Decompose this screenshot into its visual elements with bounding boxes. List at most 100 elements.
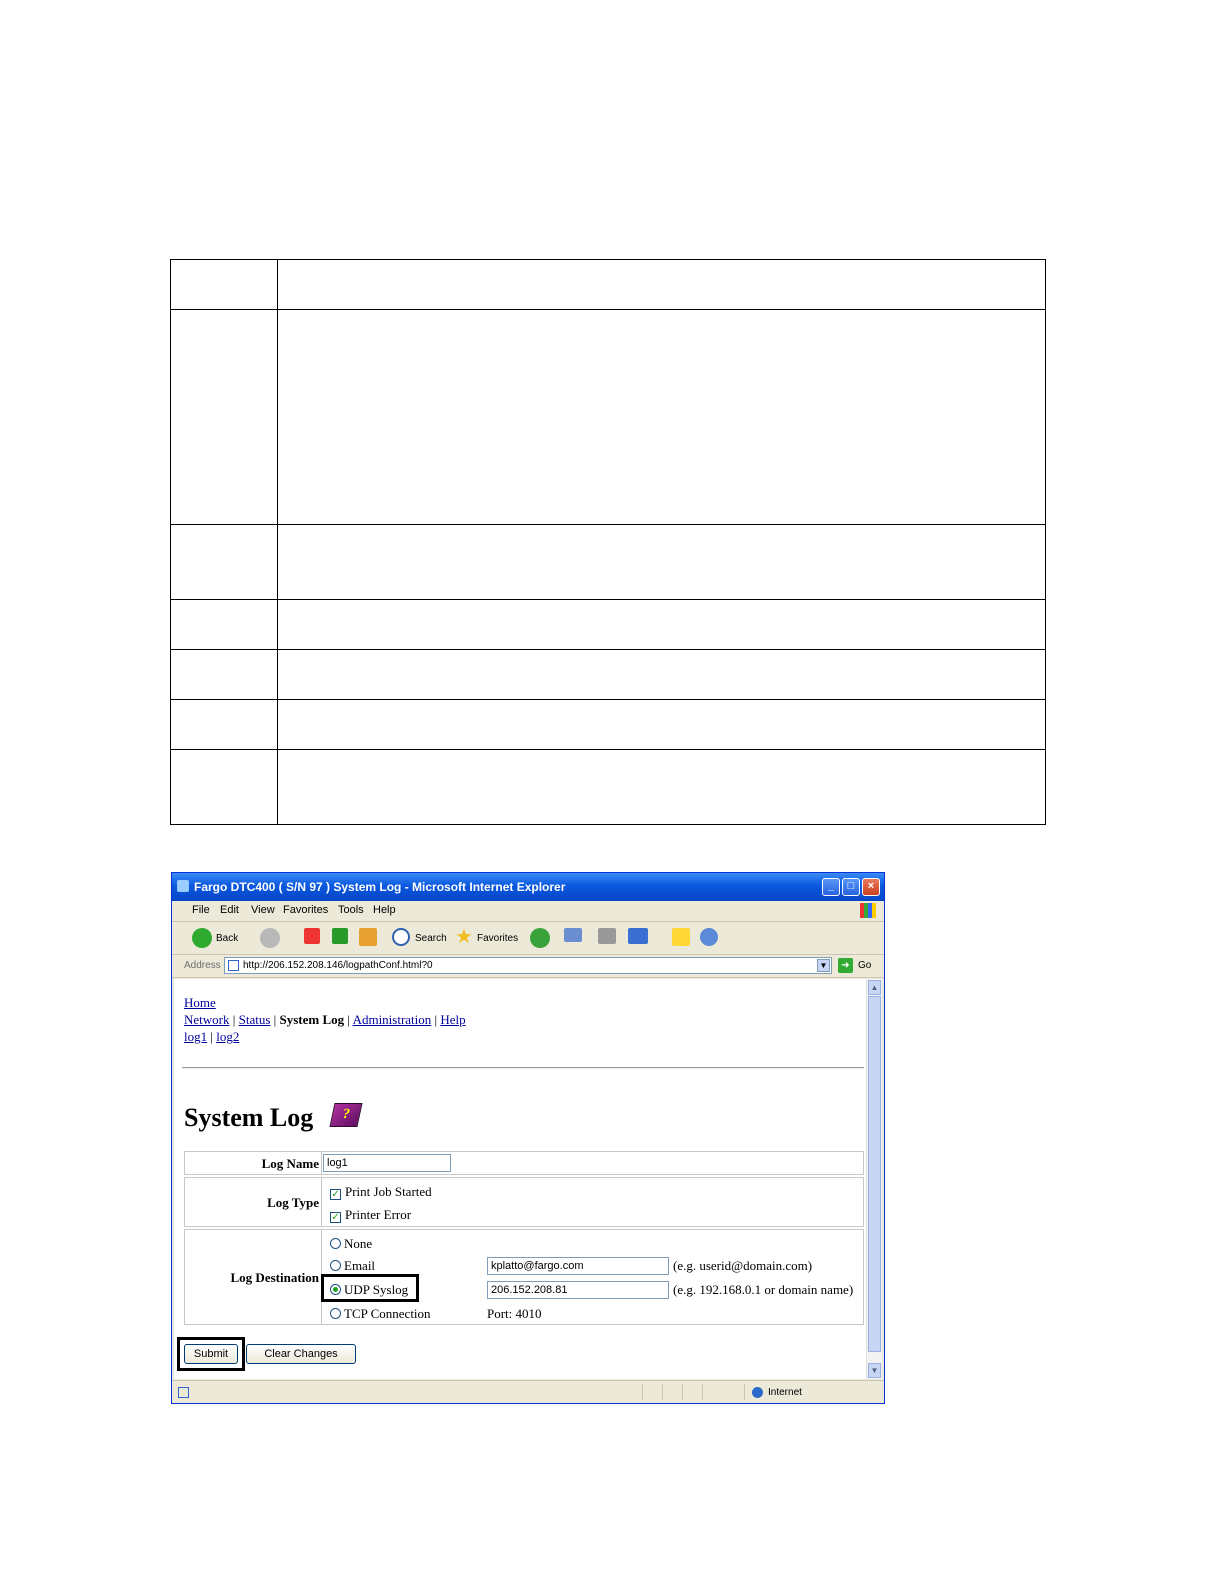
radio-button[interactable] xyxy=(330,1308,341,1319)
table-cell xyxy=(170,749,278,825)
table-cell xyxy=(277,749,1046,825)
table-cell xyxy=(170,259,278,310)
scroll-up-icon[interactable]: ▲ xyxy=(868,980,881,995)
search-label[interactable]: Search xyxy=(415,933,447,944)
menu-tools[interactable]: Tools xyxy=(338,904,364,916)
document-table xyxy=(170,259,1046,825)
nav-status-link[interactable]: Status xyxy=(239,1012,271,1027)
messenger-icon[interactable] xyxy=(700,928,718,946)
forward-arrow-icon[interactable] xyxy=(260,928,280,948)
table-cell xyxy=(277,599,1046,650)
ie-page-icon xyxy=(177,880,189,892)
destination-tcp-option[interactable]: TCP Connection xyxy=(330,1306,431,1322)
destination-email-option[interactable]: Email xyxy=(330,1258,375,1274)
address-label: Address xyxy=(184,960,221,971)
home-icon[interactable] xyxy=(359,928,377,946)
submit-button[interactable]: Submit xyxy=(184,1344,238,1364)
log-destination-row: Log Destination None Email kplatto@fargo… xyxy=(184,1229,864,1325)
log-type-row: Log Type ✓ Print Job Started ✓ Printer Err… xyxy=(184,1177,864,1227)
page-icon xyxy=(228,960,239,971)
scroll-down-icon[interactable]: ▼ xyxy=(868,1363,881,1378)
clear-changes-button[interactable]: Clear Changes xyxy=(246,1344,356,1364)
table-cell xyxy=(170,699,278,750)
printer-error-option[interactable]: ✓ Printer Error xyxy=(330,1207,411,1223)
nav-home-link[interactable]: Home xyxy=(184,995,216,1010)
back-label[interactable]: Back xyxy=(216,933,238,944)
nav-separator: | xyxy=(232,1012,236,1027)
log-name-input[interactable]: log1 xyxy=(323,1154,451,1172)
menu-bar: File Edit View Favorites Tools Help xyxy=(172,901,884,922)
menu-favorites[interactable]: Favorites xyxy=(283,904,328,916)
print-icon[interactable] xyxy=(598,928,616,944)
checkbox-checked[interactable]: ✓ xyxy=(330,1189,341,1200)
search-icon[interactable] xyxy=(392,928,410,946)
nav-administration-link[interactable]: Administration xyxy=(353,1012,432,1027)
favorites-label[interactable]: Favorites xyxy=(477,933,518,944)
close-button[interactable]: × xyxy=(862,878,880,896)
log1-link[interactable]: log1 xyxy=(184,1029,207,1044)
nav-network-link[interactable]: Network xyxy=(184,1012,230,1027)
security-zone-label: Internet xyxy=(768,1387,802,1398)
page-title: System Log xyxy=(184,1103,314,1132)
stop-icon[interactable] xyxy=(304,928,320,944)
vertical-scrollbar[interactable]: ▲ ▼ xyxy=(866,979,882,1379)
log-destination-label: Log Destination xyxy=(230,1270,319,1285)
history-icon[interactable] xyxy=(530,928,550,948)
back-arrow-icon[interactable] xyxy=(192,928,212,948)
internet-globe-icon xyxy=(752,1387,763,1398)
tcp-port-text: Port: 4010 xyxy=(487,1306,542,1321)
table-cell xyxy=(170,524,278,600)
radio-button[interactable] xyxy=(330,1238,341,1249)
address-url: http://206.152.208.146/logpathConf.html?… xyxy=(243,960,433,971)
table-cell xyxy=(277,309,1046,525)
nav-separator: | xyxy=(347,1012,351,1027)
address-input[interactable]: http://206.152.208.146/logpathConf.html?… xyxy=(224,957,832,974)
table-cell xyxy=(277,259,1046,310)
favorites-star-icon[interactable]: ★ xyxy=(455,927,473,948)
destination-none-option[interactable]: None xyxy=(330,1236,372,1252)
address-bar: Address http://206.152.208.146/logpathCo… xyxy=(172,955,884,978)
menu-edit[interactable]: Edit xyxy=(220,904,239,916)
go-arrow-icon[interactable]: ➜ xyxy=(838,958,853,973)
log2-link[interactable]: log2 xyxy=(216,1029,239,1044)
table-cell xyxy=(277,649,1046,700)
go-button[interactable]: Go xyxy=(858,960,871,971)
nav-help-link[interactable]: Help xyxy=(440,1012,465,1027)
standard-toolbar: Back Search ★ Favorites xyxy=(172,922,884,955)
edit-icon[interactable] xyxy=(628,928,648,944)
discuss-icon[interactable] xyxy=(672,928,690,946)
checkbox-checked[interactable]: ✓ xyxy=(330,1212,341,1223)
menu-file[interactable]: File xyxy=(192,904,210,916)
windows-logo-icon xyxy=(860,903,876,918)
email-input[interactable]: kplatto@fargo.com xyxy=(487,1257,669,1275)
help-book-icon[interactable]: ? xyxy=(329,1103,363,1127)
page-icon xyxy=(178,1387,189,1398)
status-bar: Internet xyxy=(172,1380,884,1403)
maximize-button[interactable]: □ xyxy=(842,878,860,896)
log-name-row: Log Name log1 xyxy=(184,1151,864,1175)
scroll-thumb[interactable] xyxy=(868,996,881,1352)
radio-button[interactable] xyxy=(330,1260,341,1271)
refresh-icon[interactable] xyxy=(332,928,348,944)
browser-window: Fargo DTC400 ( S/N 97 ) System Log - Mic… xyxy=(171,872,885,1404)
mail-icon[interactable] xyxy=(564,928,582,942)
nav-separator: | xyxy=(210,1029,213,1044)
nav-separator: | xyxy=(273,1012,277,1027)
menu-view[interactable]: View xyxy=(251,904,275,916)
table-cell xyxy=(170,599,278,650)
table-cell xyxy=(170,649,278,700)
nav-system-log-current: System Log xyxy=(279,1012,345,1027)
udp-highlight-box xyxy=(321,1274,419,1302)
minimize-button[interactable]: _ xyxy=(822,878,840,896)
log-name-label: Log Name xyxy=(261,1156,319,1171)
menu-help[interactable]: Help xyxy=(373,904,396,916)
print-job-started-option[interactable]: ✓ Print Job Started xyxy=(330,1184,432,1200)
table-cell xyxy=(277,699,1046,750)
chevron-down-icon[interactable]: ▼ xyxy=(817,959,830,972)
table-cell xyxy=(277,524,1046,600)
window-title: Fargo DTC400 ( S/N 97 ) System Log - Mic… xyxy=(194,880,566,894)
email-hint: (e.g. userid@domain.com) xyxy=(673,1258,813,1273)
log-type-label: Log Type xyxy=(267,1195,319,1210)
title-bar[interactable]: Fargo DTC400 ( S/N 97 ) System Log - Mic… xyxy=(172,873,884,901)
udp-input[interactable]: 206.152.208.81 xyxy=(487,1281,669,1299)
